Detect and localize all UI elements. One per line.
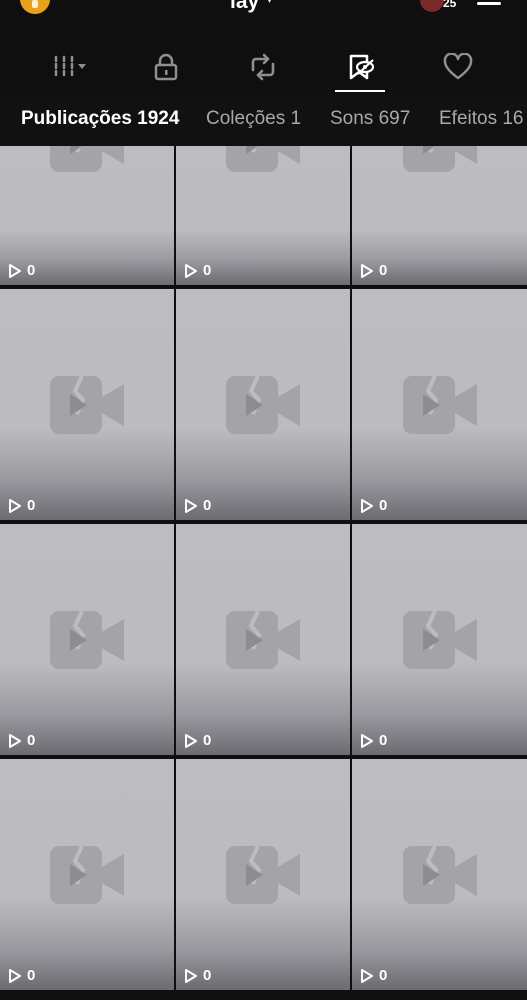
active-tab-indicator xyxy=(335,90,385,92)
bookmark-icon xyxy=(349,54,375,80)
play-icon xyxy=(361,498,373,513)
play-icon xyxy=(9,498,21,513)
notification-count: 25 xyxy=(443,0,457,10)
video-thumbnail[interactable]: 0 xyxy=(176,146,350,285)
view-count-value: 0 xyxy=(379,497,388,514)
view-count-value: 0 xyxy=(27,497,36,514)
broken-video-icon xyxy=(226,611,300,669)
tab-favorites[interactable] xyxy=(331,40,391,94)
video-thumbnail[interactable]: 0 xyxy=(176,524,350,755)
view-count: 0 xyxy=(184,732,211,749)
play-icon xyxy=(185,498,197,513)
video-thumbnail[interactable]: 0 xyxy=(176,289,350,520)
view-count: 0 xyxy=(184,497,211,514)
tab-publicacoes[interactable]: Publicações 1924 xyxy=(21,108,179,130)
view-count-value: 0 xyxy=(379,262,388,279)
content-tab-bar: Publicações 1924 Coleções 1 Sons 697 Efe… xyxy=(0,94,527,146)
chevron-down-icon[interactable]: ▾ xyxy=(266,0,273,7)
video-thumbnail[interactable]: 0 xyxy=(352,524,527,755)
avatar[interactable] xyxy=(420,0,444,12)
video-grid: 0 0 0 0 0 0 0 0 0 0 0 0 xyxy=(0,146,527,1000)
coin-icon[interactable] xyxy=(20,0,50,14)
view-count-value: 0 xyxy=(379,732,388,749)
view-count-value: 0 xyxy=(27,262,36,279)
menu-icon[interactable] xyxy=(477,2,501,5)
heart-icon xyxy=(443,53,473,80)
view-count: 0 xyxy=(360,732,387,749)
video-thumbnail[interactable]: 0 xyxy=(352,146,527,285)
view-count-value: 0 xyxy=(27,967,36,984)
view-count: 0 xyxy=(8,732,35,749)
username[interactable]: lay xyxy=(230,0,259,14)
top-bar: lay ▾ 25 xyxy=(0,0,527,14)
view-count-value: 0 xyxy=(27,732,36,749)
tab-colecoes[interactable]: Coleções 1 xyxy=(206,108,301,130)
broken-video-icon xyxy=(50,846,124,904)
broken-video-icon xyxy=(226,146,300,172)
view-count: 0 xyxy=(360,967,387,984)
video-thumbnail[interactable]: 0 xyxy=(352,289,527,520)
tab-efeitos[interactable]: Efeitos 16 xyxy=(439,108,524,130)
play-icon xyxy=(185,968,197,983)
icon-tab-bar xyxy=(0,40,527,94)
repost-icon xyxy=(251,53,275,81)
view-count-value: 0 xyxy=(379,967,388,984)
tab-liked[interactable] xyxy=(428,40,488,94)
view-count-value: 0 xyxy=(203,262,212,279)
video-thumbnail[interactable]: 0 xyxy=(0,524,174,755)
view-count-value: 0 xyxy=(203,967,212,984)
view-count-value: 0 xyxy=(203,497,212,514)
play-icon xyxy=(185,733,197,748)
broken-video-icon xyxy=(403,611,477,669)
broken-video-icon xyxy=(50,611,124,669)
broken-video-icon xyxy=(403,146,477,172)
video-thumbnail[interactable]: 0 xyxy=(176,759,350,990)
view-count-value: 0 xyxy=(203,732,212,749)
broken-video-icon xyxy=(226,846,300,904)
broken-video-icon xyxy=(50,146,124,172)
broken-video-icon xyxy=(226,376,300,434)
video-thumbnail[interactable]: 0 xyxy=(0,146,174,285)
play-icon xyxy=(361,263,373,278)
video-thumbnail[interactable]: 0 xyxy=(0,289,174,520)
video-thumbnail[interactable]: 0 xyxy=(0,759,174,990)
tab-filter[interactable] xyxy=(42,40,102,94)
broken-video-icon xyxy=(403,846,477,904)
play-icon xyxy=(9,733,21,748)
broken-video-icon xyxy=(50,376,124,434)
tab-sons[interactable]: Sons 697 xyxy=(330,108,410,130)
play-icon xyxy=(9,263,21,278)
view-count: 0 xyxy=(360,262,387,279)
lock-icon xyxy=(154,53,178,81)
view-count: 0 xyxy=(360,497,387,514)
video-thumbnail[interactable]: 0 xyxy=(352,759,527,990)
view-count: 0 xyxy=(8,497,35,514)
tab-private[interactable] xyxy=(136,40,196,94)
play-icon xyxy=(185,263,197,278)
view-count: 0 xyxy=(8,262,35,279)
play-icon xyxy=(361,733,373,748)
filter-columns-icon xyxy=(54,55,86,79)
broken-video-icon xyxy=(403,376,477,434)
view-count: 0 xyxy=(184,967,211,984)
tab-reposts[interactable] xyxy=(233,40,293,94)
play-icon xyxy=(361,968,373,983)
view-count: 0 xyxy=(184,262,211,279)
play-icon xyxy=(9,968,21,983)
view-count: 0 xyxy=(8,967,35,984)
